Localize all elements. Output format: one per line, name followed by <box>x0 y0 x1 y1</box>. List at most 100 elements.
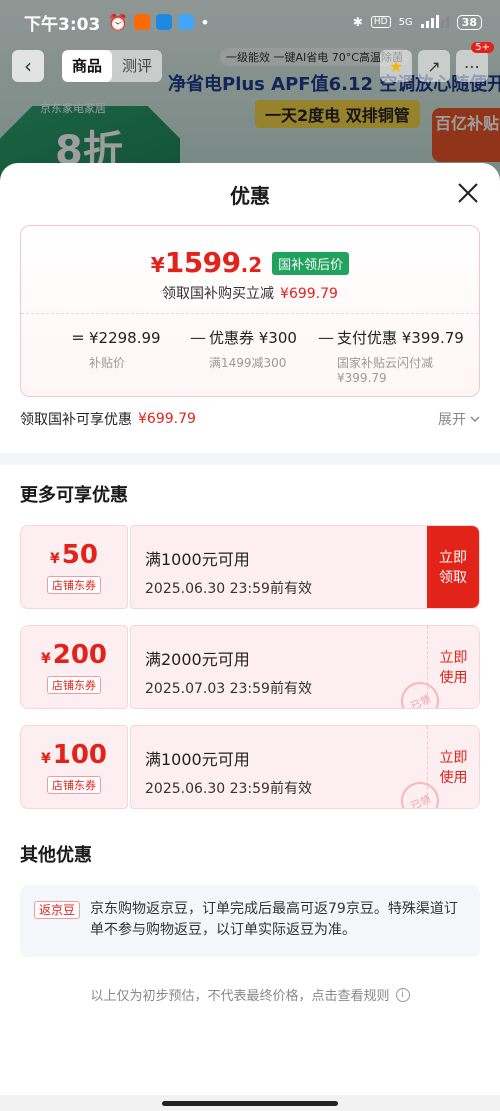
coupon-currency: ¥ <box>40 651 51 667</box>
claim-coupon-button[interactable]: 立即领取 <box>427 526 479 608</box>
coupon-value-panel: ¥50 店铺东券 <box>20 525 128 609</box>
price-decimal: .2 <box>240 253 263 277</box>
chevron-down-icon <box>470 416 480 422</box>
network-label: 5G <box>398 16 413 28</box>
final-price-section: ¥1599.2 国补领后价 领取国补购买立减 ¥699.79 <box>21 226 479 314</box>
more-discounts-title: 更多可享优惠 <box>20 485 128 506</box>
coupon-value: 200 <box>52 640 108 670</box>
hd-icon: HD <box>370 16 391 28</box>
final-price: ¥1599.2 国补领后价 <box>21 246 479 279</box>
home-indicator <box>0 1095 500 1111</box>
coupon-currency: ¥ <box>50 551 60 567</box>
expand-button[interactable]: 展开 <box>438 409 480 429</box>
bluetooth-icon: ✱ <box>352 15 363 29</box>
coupon-card: ¥100 店铺东券 满1000元可用 2025.06.30 23:59前有效 已… <box>20 725 480 809</box>
coupon-detail-panel: 满1000元可用 2025.06.30 23:59前有效 立即领取 <box>130 525 480 609</box>
tab-review[interactable]: 测评 <box>112 50 162 82</box>
jingdou-rebate-box: 返京豆 京东购物返京豆，订单完成后最高可返79京豆。特殊渠道订单不参与购物返豆，… <box>20 885 480 957</box>
info-icon: i <box>395 987 410 1002</box>
more-icon: ⋯ <box>464 56 480 76</box>
nav-actions: ★ ↗ ⋯ 5+ <box>380 42 494 82</box>
home-bar[interactable] <box>162 1100 338 1106</box>
price-currency: ¥ <box>150 253 165 277</box>
app-notification-icon <box>134 14 151 30</box>
subsidy-label: 领取国补购买立减 <box>162 286 275 302</box>
sheet-title: 优惠 <box>230 183 270 208</box>
coupon-value: 100 <box>52 740 108 770</box>
disclaimer-text: 以上仅为初步预估，不代表最终价格，点击查看规则 <box>90 989 390 1004</box>
coupon-amount: ¥200 <box>41 640 107 670</box>
coupon-expiry: 2025.06.30 23:59前有效 <box>145 581 312 597</box>
breakdown-label: 满1499减300 <box>209 356 287 370</box>
share-button[interactable]: ↗ <box>418 50 450 82</box>
coupon-currency: ¥ <box>40 751 51 767</box>
discount-summary-row: 领取国补可享优惠 ¥699.79 展开 <box>20 397 480 441</box>
coupon-list: ¥50 店铺东券 满1000元可用 2025.06.30 23:59前有效 立即… <box>0 525 500 809</box>
product-tabs: 商品 测评 <box>62 50 163 82</box>
section-divider <box>0 453 500 465</box>
minus-sign: — <box>190 328 206 347</box>
coupon-info: 满2000元可用 2025.07.03 23:59前有效 <box>131 626 427 708</box>
coupon-button-label: 立即使用 <box>439 750 468 786</box>
coupon-card: ¥50 店铺东券 满1000元可用 2025.06.30 23:59前有效 立即… <box>20 525 480 609</box>
disclaimer[interactable]: 以上仅为初步预估，不代表最终价格，点击查看规则 i <box>0 985 500 1004</box>
cart-badge: 5+ <box>471 42 494 53</box>
coupon-condition: 满2000元可用 <box>145 650 250 669</box>
coupon-info: 满1000元可用 2025.06.30 23:59前有效 <box>131 726 427 808</box>
minus-sign: — <box>318 328 334 347</box>
coupon-amount: ¥50 <box>50 540 98 570</box>
chevron-left-icon: ‹ <box>24 54 32 78</box>
coupon-amount: ¥100 <box>41 740 107 770</box>
subsidy-amount: ¥699.79 <box>280 286 338 302</box>
coupon-type-tag: 店铺东券 <box>47 676 101 694</box>
coupon-card: ¥200 店铺东券 满2000元可用 2025.07.03 23:59前有效 已… <box>20 625 480 709</box>
favorite-button[interactable]: ★ <box>380 50 412 82</box>
coupon-value: 50 <box>61 540 98 570</box>
breakdown-label: 国家补贴云闪付减 ¥399.79 <box>337 356 434 385</box>
summary-label: 领取国补可享优惠 <box>20 412 132 428</box>
status-bar: 下午3:03 ⏰ • ✱ HD 5G 38 <box>0 0 500 44</box>
price-tag: 国补领后价 <box>272 252 350 275</box>
product-top-nav: ‹ 商品 测评 ★ ↗ ⋯ 5+ <box>0 42 500 86</box>
sheet-header: 优惠 <box>0 163 500 225</box>
breakdown-label: 补贴价 <box>89 356 126 370</box>
battery-indicator: 38 <box>456 14 482 30</box>
back-button[interactable]: ‹ <box>12 50 44 82</box>
coupon-detail-panel: 满2000元可用 2025.07.03 23:59前有效 已领 立即使用 <box>130 625 480 709</box>
more-dot-icon: • <box>200 12 210 32</box>
breakdown-value: ¥2298.99 <box>89 329 161 347</box>
rebate-tag: 返京豆 <box>34 901 81 919</box>
star-icon: ★ <box>388 56 404 76</box>
breakdown-item-subsidy-price: ¥2298.99 补贴价 <box>89 328 173 371</box>
status-time: 下午3:03 <box>24 14 101 35</box>
coupon-expiry: 2025.06.30 23:59前有效 <box>145 781 312 797</box>
coupon-type-tag: 店铺东券 <box>47 776 101 794</box>
message-notification-icon <box>178 14 195 30</box>
breakdown-value: 优惠券 ¥300 <box>209 329 297 347</box>
tab-product[interactable]: 商品 <box>62 50 113 82</box>
app-notification-icon <box>156 14 173 30</box>
coupon-button-label: 立即使用 <box>439 650 468 686</box>
equals-sign: = <box>71 328 85 347</box>
coupon-condition: 满1000元可用 <box>145 750 250 769</box>
breakdown-item-coupon: 优惠券 ¥300 满1499减300 <box>209 328 301 371</box>
close-button[interactable] <box>454 179 482 207</box>
price-card: ¥1599.2 国补领后价 领取国补购买立减 ¥699.79 = ¥2298.99… <box>20 225 480 397</box>
coupon-value-panel: ¥200 店铺东券 <box>20 625 128 709</box>
other-discounts-title: 其他优惠 <box>20 845 92 866</box>
coupon-type-tag: 店铺东券 <box>47 576 101 594</box>
more-button[interactable]: ⋯ 5+ <box>456 42 494 82</box>
summary-amount: ¥699.79 <box>138 411 196 427</box>
expand-label: 展开 <box>438 412 466 428</box>
subsidy-summary: 领取国补购买立减 ¥699.79 <box>21 283 479 303</box>
breakdown-item-payment: 支付优惠 ¥399.79 国家补贴云闪付减 ¥399.79 <box>337 328 464 386</box>
alarm-icon: ⏰ <box>108 12 129 32</box>
coupon-value-panel: ¥100 店铺东券 <box>20 725 128 809</box>
discount-sheet: 优惠 ¥1599.2 国补领后价 领取国补购买立减 ¥699.79 = ¥2298… <box>0 163 500 1111</box>
coupon-condition: 满1000元可用 <box>145 550 250 569</box>
coupon-detail-panel: 满1000元可用 2025.06.30 23:59前有效 已领 立即使用 <box>130 725 480 809</box>
coupon-expiry: 2025.07.03 23:59前有效 <box>145 681 312 697</box>
signal-icon <box>420 14 449 31</box>
breakdown-value: 支付优惠 ¥399.79 <box>337 329 464 347</box>
coupon-button-label: 立即领取 <box>439 550 467 586</box>
